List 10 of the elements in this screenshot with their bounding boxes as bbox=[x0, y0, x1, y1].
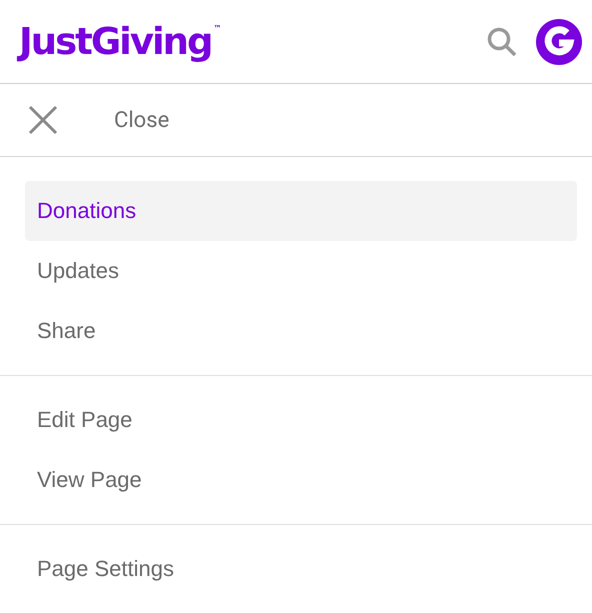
menu-item[interactable]: Updates bbox=[25, 241, 577, 301]
logo[interactable]: JustGiving™ bbox=[19, 20, 222, 63]
menu-item[interactable]: View Page bbox=[25, 450, 577, 510]
search-icon[interactable] bbox=[486, 26, 518, 58]
menu-item[interactable]: Donations bbox=[25, 181, 577, 241]
menu-item[interactable]: Edit Page bbox=[25, 390, 577, 450]
close-icon bbox=[28, 105, 58, 135]
menu-item[interactable]: Share bbox=[25, 301, 577, 361]
brand-icon[interactable] bbox=[536, 18, 582, 64]
menu-item[interactable]: Page Settings bbox=[25, 539, 577, 599]
